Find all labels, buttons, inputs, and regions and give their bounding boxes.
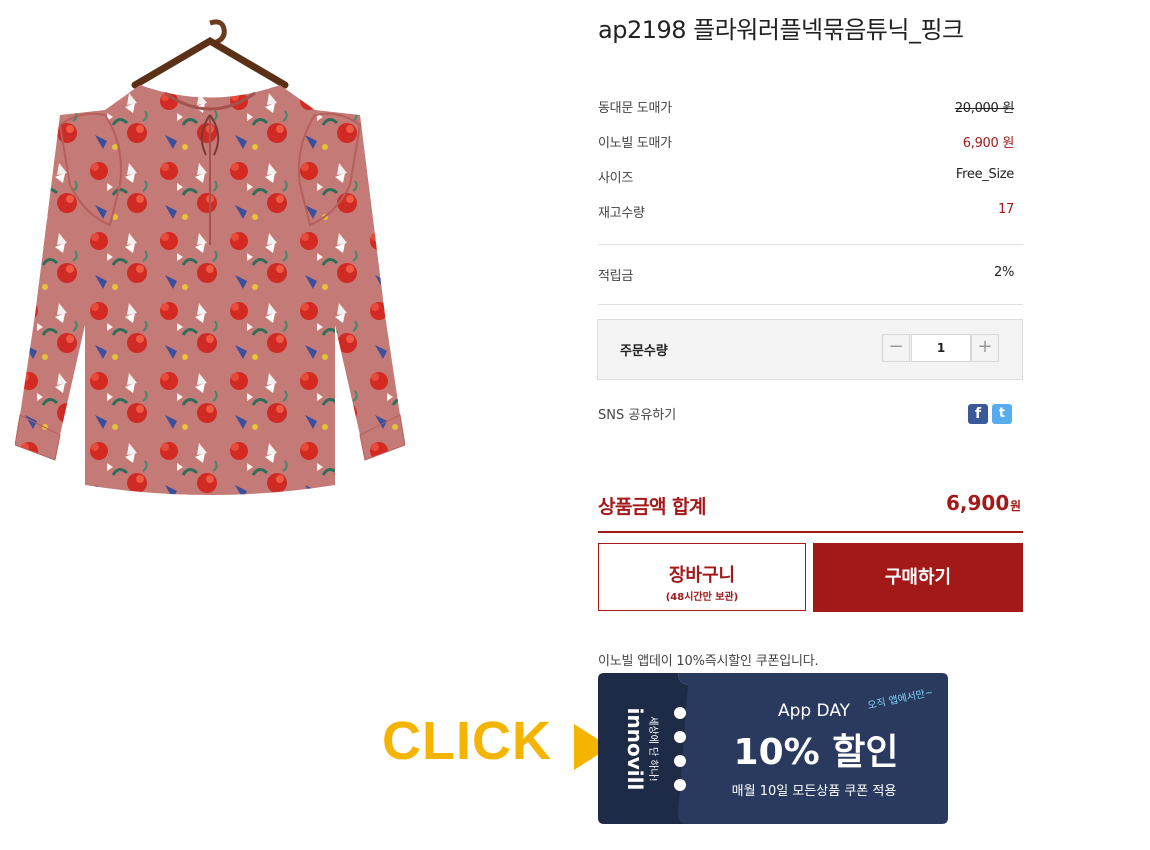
- stock-label: 재고수량: [598, 206, 645, 221]
- stock-row: 재고수량 17: [598, 202, 1014, 222]
- cart-button-label: 장바구니: [668, 565, 736, 586]
- coupon-perforation: [674, 707, 686, 719]
- size-label: 사이즈: [598, 171, 633, 186]
- coupon-perforation: [674, 779, 686, 791]
- size-value: Free_Size: [955, 167, 1014, 182]
- product-title: ap2198 플라워러플넥묶음튜닉_핑크: [598, 16, 964, 44]
- quantity-box: 주문수량 − +: [597, 319, 1023, 380]
- our-price-value: 6,900 원: [962, 136, 1015, 151]
- quantity-input[interactable]: [911, 334, 971, 362]
- quantity-stepper: − +: [882, 334, 1002, 362]
- points-label: 적립금: [598, 269, 633, 284]
- coupon-discount: 10% 할인: [734, 732, 899, 773]
- cart-button-sublabel: (48시간만 보관): [665, 592, 739, 603]
- points-row: 적립금 2%: [598, 265, 1014, 285]
- coupon-perforation: [674, 731, 686, 743]
- size-row: 사이즈 Free_Size: [598, 167, 1014, 187]
- app-day-coupon-banner[interactable]: innovill 세상에 단 하나! App DAY 오직 앱에서만~ 10% …: [598, 673, 948, 824]
- minus-button[interactable]: −: [882, 334, 910, 362]
- coupon-detail: 매월 10일 모든상품 쿠폰 적용: [732, 784, 897, 799]
- minus-icon: −: [888, 336, 904, 357]
- total-price: 6,900: [946, 491, 1010, 515]
- divider: [598, 244, 1023, 245]
- coupon-perforation: [674, 755, 686, 767]
- stock-value: 17: [998, 202, 1014, 217]
- product-image: [15, 19, 405, 495]
- facebook-icon[interactable]: f: [968, 404, 988, 424]
- coupon-brand-logo: innovill: [623, 708, 647, 791]
- market-price-row: 동대문 도매가 20,000 원: [598, 97, 1014, 117]
- plus-icon: +: [977, 336, 993, 357]
- our-price-row: 이노빌 도매가 6,900 원: [598, 132, 1014, 152]
- twitter-icon[interactable]: t: [992, 404, 1012, 424]
- points-value: 2%: [993, 265, 1014, 280]
- market-price-value: 20,000 원: [954, 101, 1014, 116]
- buy-button[interactable]: 구매하기: [813, 543, 1023, 612]
- market-price-label: 동대문 도매가: [598, 101, 672, 116]
- coupon-brand-tagline: 세상에 단 하나!: [647, 716, 660, 782]
- cart-button[interactable]: 장바구니 (48시간만 보관): [598, 543, 806, 611]
- quantity-label: 주문수량: [620, 344, 668, 359]
- plus-button[interactable]: +: [971, 334, 999, 362]
- coupon-app-day: App DAY: [778, 701, 851, 721]
- coupon-note: 이노빌 앱데이 10%즉시할인 쿠폰입니다.: [598, 654, 819, 669]
- our-price-label: 이노빌 도매가: [598, 136, 672, 151]
- divider: [598, 304, 1023, 305]
- click-label: CLICK: [382, 711, 552, 771]
- total-divider: [598, 531, 1023, 533]
- total-unit: 원: [1010, 499, 1022, 513]
- sns-share-label: SNS 공유하기: [598, 408, 677, 423]
- total-label: 상품금액 합계: [598, 496, 707, 518]
